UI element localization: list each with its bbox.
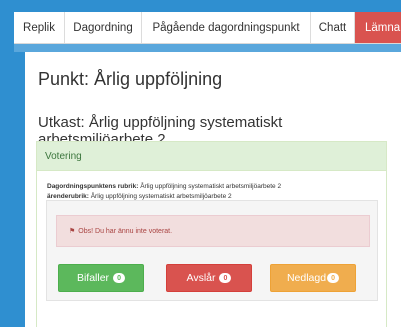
subrubric-label: ärenderubrik: xyxy=(47,192,89,200)
header-strip xyxy=(14,44,401,52)
tab-replik[interactable]: Replik xyxy=(14,12,65,43)
approve-button[interactable]: Bifaller 0 xyxy=(58,264,144,292)
tab-current-agenda-item[interactable]: Pågående dagordningspunkt xyxy=(142,12,311,43)
tab-chatt[interactable]: Chatt xyxy=(311,12,355,43)
rubric-value: Årlig uppföljning systematiskt arbetsmil… xyxy=(140,183,282,190)
not-voted-alert: ⚑ Obs! Du har ännu inte voterat. xyxy=(56,215,370,247)
abstain-count-badge: 0 xyxy=(327,273,340,283)
rubric-label: Dagordningspunktens rubrik: xyxy=(47,183,139,190)
top-navbar: Replik Dagordning Pågående dagordningspu… xyxy=(14,12,401,44)
main-panel: Punkt: Årlig uppföljning Utkast: Årlig u… xyxy=(25,52,401,327)
reject-button[interactable]: Avslår 0 xyxy=(166,264,252,292)
approve-count-badge: 0 xyxy=(113,273,126,283)
voting-info: Dagordningspunktens rubrik: Årlig uppföl… xyxy=(47,182,281,201)
alert-text: Obs! Du har ännu inte voterat. xyxy=(78,228,173,235)
tab-dagordning[interactable]: Dagordning xyxy=(65,12,142,43)
voting-well: ⚑ Obs! Du har ännu inte voterat. Bifaller… xyxy=(46,200,378,301)
reject-label: Avslår xyxy=(186,272,216,284)
rubric-line: Dagordningspunktens rubrik: Årlig uppföl… xyxy=(47,182,281,192)
leave-button[interactable]: Lämna xyxy=(355,12,401,43)
abstain-label: Nedlagd xyxy=(286,272,327,284)
approve-label: Bifaller xyxy=(76,272,110,284)
reject-count-badge: 0 xyxy=(219,273,232,283)
voting-heading: Votering xyxy=(37,142,386,171)
voting-panel: Votering Dagordningspunktens rubrik: Årl… xyxy=(36,141,387,327)
subrubric-value: Årlig uppföljning systematiskt arbetsmil… xyxy=(90,192,232,200)
flag-icon: ⚑ xyxy=(69,228,76,235)
page-title: Punkt: Årlig uppföljning xyxy=(38,69,223,89)
abstain-button[interactable]: Nedlagd 0 xyxy=(270,264,356,292)
